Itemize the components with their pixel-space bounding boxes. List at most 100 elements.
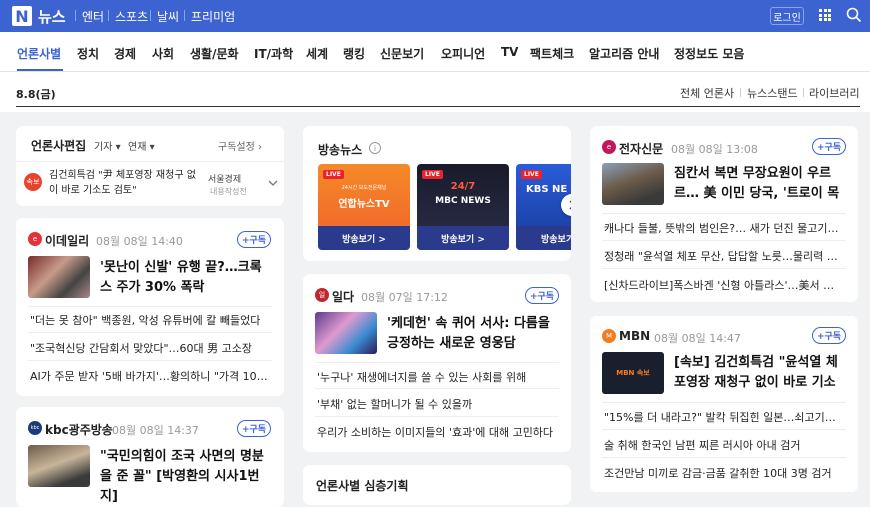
- divider: [75, 10, 76, 21]
- subscribe-button[interactable]: +구독: [525, 287, 559, 304]
- newsstand-link[interactable]: 뉴스스탠드: [747, 85, 798, 101]
- tab-life-culture[interactable]: 생활/문화: [190, 45, 239, 62]
- series-filter[interactable]: 연재 ▾: [128, 138, 155, 153]
- search-icon[interactable]: [846, 7, 862, 23]
- subscribe-settings-link[interactable]: 구독설정 ›: [218, 138, 262, 153]
- special-report-title: 언론사별 심층기획: [316, 479, 409, 493]
- mbn-card: M MBN 08월 08일 14:47 +구독 MBN 속보 [속보] 김건희특…: [590, 316, 858, 492]
- press-name[interactable]: 이데일리: [45, 232, 89, 249]
- service-entertainment[interactable]: 엔터: [82, 8, 104, 25]
- channel-caption: 24/7: [450, 181, 476, 192]
- subscribe-button[interactable]: +구독: [812, 138, 846, 155]
- apps-grid-icon[interactable]: [819, 9, 831, 21]
- list-item[interactable]: [신차드라이브]폭스바겐 '신형 아틀라스'…美서 인기 SUV: [604, 277, 844, 293]
- divider: [28, 360, 272, 361]
- tab-tv[interactable]: TV: [501, 45, 518, 59]
- kbc-logo-icon: kbc: [28, 421, 42, 435]
- info-icon[interactable]: i: [369, 142, 381, 154]
- chevron-down-icon[interactable]: [268, 180, 278, 187]
- article-thumbnail[interactable]: [602, 163, 664, 205]
- article-thumbnail[interactable]: [28, 445, 90, 487]
- press-time: 08월 08일 14:37: [112, 424, 199, 437]
- editor-press-sub: 내용작성전: [210, 187, 247, 196]
- watch-button[interactable]: 방송보기: [516, 226, 571, 250]
- divider: [602, 240, 846, 241]
- list-item[interactable]: 정청래 "윤석열 체포 무산, 답답할 노릇…물리력 행사해야": [604, 248, 844, 264]
- naver-news-logo[interactable]: N 뉴스: [12, 5, 66, 27]
- tab-politics[interactable]: 정치: [77, 45, 99, 62]
- sub-header: 8.8(금) 전체 언론사 뉴스스탠드 라이브러리: [0, 72, 870, 112]
- article-headline[interactable]: '케데헌' 속 퀴어 서사: 다름을 긍정하는 새로운 영웅담: [387, 314, 559, 354]
- tab-economy[interactable]: 경제: [114, 45, 136, 62]
- tab-opinion[interactable]: 오피니언: [441, 45, 485, 62]
- list-item[interactable]: AI가 주문 받자 '5배 바가지'…황의하니 "가격 100배": [30, 368, 270, 384]
- list-item[interactable]: 캐나다 들불, 뜻밖의 범인은?… 새가 던진 물고기가 원인: [604, 220, 844, 236]
- divider: [602, 457, 846, 458]
- tab-ranking[interactable]: 랭킹: [343, 45, 365, 62]
- list-item[interactable]: 조건만남 미끼로 감금·금품 갈취한 10대 3명 검거: [604, 465, 844, 481]
- subscribe-button[interactable]: +구독: [237, 231, 271, 248]
- tab-by-press[interactable]: 언론사별: [17, 45, 61, 62]
- divider: [315, 388, 559, 389]
- channel-name: KBS NE: [526, 184, 568, 195]
- service-premium[interactable]: 프리미엄: [191, 8, 235, 25]
- watch-button[interactable]: 방송보기 >: [417, 226, 509, 250]
- list-item[interactable]: "더는 못 참아" 백종원, 악성 유튜버에 칼 빼들었다: [30, 312, 270, 328]
- divider: [150, 10, 151, 21]
- list-item[interactable]: 우리가 소비하는 이미지들의 '효과'에 대해 고민하다: [317, 424, 557, 440]
- tab-society[interactable]: 사회: [152, 45, 174, 62]
- press-name[interactable]: MBN: [619, 329, 650, 343]
- divider: [740, 88, 741, 97]
- service-weather[interactable]: 날씨: [157, 8, 179, 25]
- top-bar: N 뉴스 엔터 스포츠 날씨 프리미엄 로그인: [0, 0, 870, 32]
- login-button[interactable]: 로그인: [770, 7, 804, 25]
- press-time: 08월 08일 13:08: [671, 143, 758, 156]
- reporter-filter[interactable]: 기자 ▾: [94, 138, 121, 153]
- press-name[interactable]: kbc광주방송: [45, 421, 113, 438]
- article-thumbnail[interactable]: [315, 312, 377, 354]
- tab-newspaper[interactable]: 신문보기: [380, 45, 424, 62]
- header-rule: [16, 106, 860, 107]
- ilda-logo-icon: 일: [315, 288, 329, 302]
- broadcast-news-card: 방송뉴스 i LIVE 24시간 보도전문채널 연합뉴스TV 방송보기 > LI…: [303, 126, 571, 261]
- live-badge: LIVE: [521, 170, 542, 179]
- etnews-logo-icon: e: [602, 140, 616, 154]
- tab-world[interactable]: 세계: [306, 45, 328, 62]
- article-headline[interactable]: 짐칸서 복면 무장요원이 우르르… 美 이민 당국, '트로이 목마' 작전: [674, 164, 846, 204]
- article-thumbnail[interactable]: MBN 속보: [602, 352, 664, 394]
- watch-button[interactable]: 방송보기 >: [318, 226, 410, 250]
- service-sports[interactable]: 스포츠: [115, 8, 148, 25]
- press-name[interactable]: 전자신문: [619, 140, 663, 157]
- all-press-link[interactable]: 전체 언론사: [680, 85, 734, 101]
- yonhap-tv-tile[interactable]: LIVE 24시간 보도전문채널 연합뉴스TV 방송보기 >: [318, 164, 410, 250]
- list-item[interactable]: "조국혁신당 간담회서 맞았다"…60대 男 고소장: [30, 340, 270, 356]
- list-item[interactable]: "15%를 더 내라고?" 발칵 뒤집힌 일본…쇠고기엔 관세: [604, 409, 844, 425]
- subscribe-button[interactable]: +구독: [812, 327, 846, 344]
- divider: [16, 161, 284, 162]
- article-thumbnail[interactable]: [28, 256, 90, 298]
- article-headline[interactable]: [속보] 김건희특검 "윤석열 체포영장 재청구 없이 바로 기소도 검토": [674, 353, 846, 393]
- list-item[interactable]: 술 취해 한국인 남편 찌른 러시아 아내 검거: [604, 437, 844, 453]
- editor-headline[interactable]: 김건희특검 "尹 체포영장 재청구 없이 바로 기소도 검토": [49, 168, 204, 198]
- list-item[interactable]: '부채' 없는 할머니가 될 수 있을까: [317, 396, 557, 412]
- list-item[interactable]: '누구나' 재생에너지를 쓸 수 있는 사회를 위해: [317, 369, 557, 385]
- press-name[interactable]: 일다: [332, 288, 354, 305]
- subscribe-button[interactable]: +구독: [237, 420, 271, 437]
- article-headline[interactable]: '못난이 신발' 유행 끝?…크록스 주가 30% 폭락: [100, 258, 272, 298]
- library-link[interactable]: 라이브러리: [809, 85, 860, 101]
- special-report-card: 언론사별 심층기획: [303, 465, 571, 505]
- tab-it-science[interactable]: IT/과학: [254, 45, 293, 62]
- divider: [602, 268, 846, 269]
- divider: [602, 213, 846, 214]
- tab-algorithm[interactable]: 알고리즘 안내: [589, 45, 659, 62]
- tab-corrections[interactable]: 정정보도 모음: [674, 45, 744, 62]
- divider: [108, 10, 109, 21]
- current-date: 8.8(금): [16, 88, 56, 101]
- article-headline[interactable]: "국민의힘이 조국 사면의 명분을 준 꼴" [박영환의 시사1번지]: [100, 447, 272, 507]
- tab-factcheck[interactable]: 팩트체크: [530, 45, 574, 62]
- kbc-card: kbc kbc광주방송 08월 08일 14:37 +구독 "국민의힘이 조국 …: [16, 407, 284, 507]
- category-nav: 언론사별 정치 경제 사회 생활/문화 IT/과학 세계 랭킹 신문보기 오피니…: [0, 32, 870, 72]
- mbc-news-tile[interactable]: LIVE 24/7 MBC NEWS 방송보기 >: [417, 164, 509, 250]
- press-time: 08월 08일 14:47: [654, 332, 741, 345]
- active-tab-indicator: [17, 69, 63, 71]
